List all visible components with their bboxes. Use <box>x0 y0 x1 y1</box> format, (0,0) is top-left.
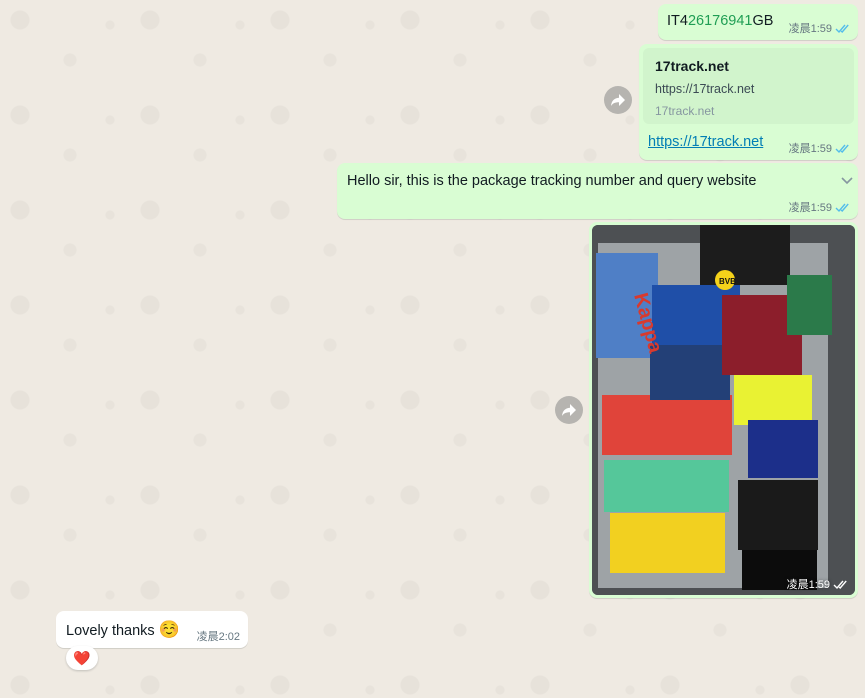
forward-icon[interactable] <box>604 86 632 114</box>
reply-text: Lovely thanks <box>66 623 155 639</box>
message-meta: 凌晨1:59 <box>789 199 852 215</box>
message-meta: 凌晨1:59 <box>789 140 852 156</box>
smiling-emoji-icon: ☺️ <box>158 620 180 639</box>
message-text: Hello sir, this is the package tracking … <box>347 173 757 189</box>
message-meta: 凌晨1:59 <box>789 20 852 36</box>
tracking-prefix: IT4 <box>667 13 688 29</box>
double-check-icon <box>835 203 849 212</box>
forward-icon[interactable] <box>555 396 583 424</box>
double-check-icon <box>835 24 849 33</box>
photo-thumbnail[interactable]: Kappa BVB <box>592 225 855 595</box>
heart-reaction[interactable]: ❤️ <box>66 646 98 670</box>
preview-url: https://17track.net <box>655 82 755 96</box>
link-message[interactable]: 17track.net https://17track.net 17track.… <box>639 44 858 160</box>
tracking-digits[interactable]: 26176941 <box>688 13 753 29</box>
package-photo: Kappa BVB <box>592 225 855 595</box>
message-meta: 凌晨1:59 <box>787 576 850 592</box>
double-check-icon <box>835 144 849 153</box>
incoming-message[interactable]: Lovely thanks ☺️ 凌晨2:02 <box>56 611 248 648</box>
tracking-suffix: GB <box>752 13 774 29</box>
message-meta: 凌晨2:02 <box>197 628 240 644</box>
tracking-number-message[interactable]: IT426176941GB 凌晨1:59 <box>658 4 858 40</box>
link-preview-card[interactable]: 17track.net https://17track.net 17track.… <box>643 48 854 124</box>
bvb-label: BVB <box>719 277 736 286</box>
message-time: 凌晨2:02 <box>196 631 240 643</box>
double-check-icon <box>833 580 847 589</box>
tracking-number-text[interactable]: IT426176941GB <box>667 13 773 29</box>
message-time: 凌晨1:59 <box>788 23 832 35</box>
message-time: 凌晨1:59 <box>786 579 830 591</box>
message-time: 凌晨1:59 <box>788 143 832 155</box>
message-time: 凌晨1:59 <box>788 202 832 214</box>
preview-domain: 17track.net <box>655 104 715 118</box>
heart-icon: ❤️ <box>73 649 91 666</box>
chevron-down-icon[interactable] <box>840 176 854 185</box>
message-text: Lovely thanks ☺️ <box>66 620 180 640</box>
text-message[interactable]: Hello sir, this is the package tracking … <box>337 163 858 219</box>
photo-message[interactable]: Kappa BVB 凌晨1:59 <box>589 222 858 598</box>
preview-title: 17track.net <box>655 58 729 74</box>
link-text[interactable]: https://17track.net <box>648 134 763 150</box>
